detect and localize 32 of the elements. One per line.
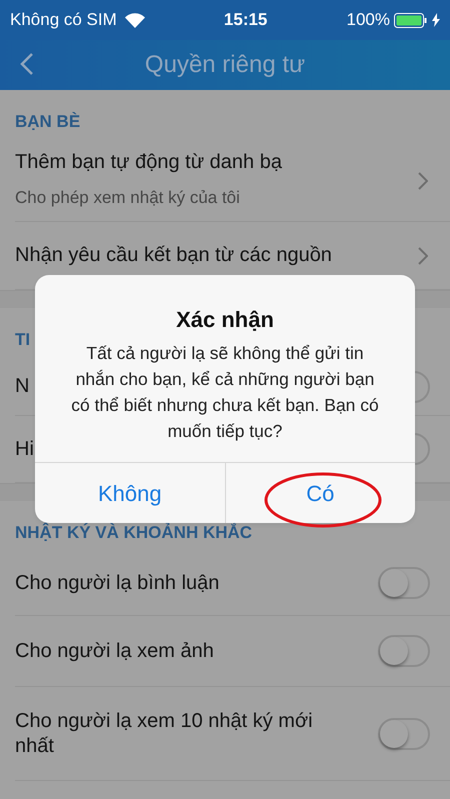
battery-icon [394, 12, 428, 28]
toggle-switch[interactable] [378, 718, 430, 750]
row-subtitle: Cho phép xem nhật ký của tôi [15, 187, 241, 210]
toggle-switch[interactable] [378, 567, 430, 599]
screen-title: Quyền riêng tư [144, 50, 306, 80]
back-button[interactable] [20, 52, 34, 76]
settings-row[interactable]: Cho người lạ bình luận [15, 551, 450, 616]
charging-icon [432, 13, 440, 27]
dialog-button[interactable]: Có [224, 463, 415, 523]
toggle-switch[interactable] [378, 635, 430, 667]
chevron-icon [418, 246, 428, 264]
section-header: BẠN BÈ [15, 110, 80, 132]
row-title: N [15, 374, 30, 399]
section-header: TI [15, 328, 30, 350]
chevron-icon [418, 172, 428, 190]
settings-row[interactable]: Thêm bạn tự động từ danh bạ Cho phép xem nhật ký của tôi [15, 140, 450, 222]
row-title: Nhận yêu cầu kết bạn từ các nguồn [15, 243, 332, 268]
row-title: Hi [15, 436, 34, 462]
dialog-title: Xác nhận [175, 306, 275, 334]
settings-row[interactable]: Cho người lạ xem ảnh [15, 616, 450, 687]
dialog-button[interactable]: Không [35, 463, 224, 523]
carrier-label: Không có SIM [10, 9, 117, 32]
wifi-icon [124, 12, 145, 28]
battery-percent: 100% [346, 9, 390, 32]
section-header: NHẬT KÝ VÀ KHOẢNH KHẮC [15, 522, 252, 544]
dialog-message: Tất cả người lạ sẽ không thể gửi tin nhắn cho bạn, kể cả những người bạn có thể biết nhưng chưa kết bạn. Bạn có muốn tiếp tục? [70, 342, 380, 443]
row-title: Cho người lạ xem ảnh [15, 638, 214, 664]
time-label: 15:15 [224, 9, 268, 32]
row-title: Cho người lạ bình luận [15, 570, 220, 596]
row-title: Thêm bạn tự động từ danh bạ [15, 150, 282, 176]
settings-row[interactable]: Cho người lạ xem 10 nhật ký mới nhất [15, 687, 450, 781]
row-title: Cho người lạ xem 10 nhật ký mới nhất [15, 708, 314, 758]
